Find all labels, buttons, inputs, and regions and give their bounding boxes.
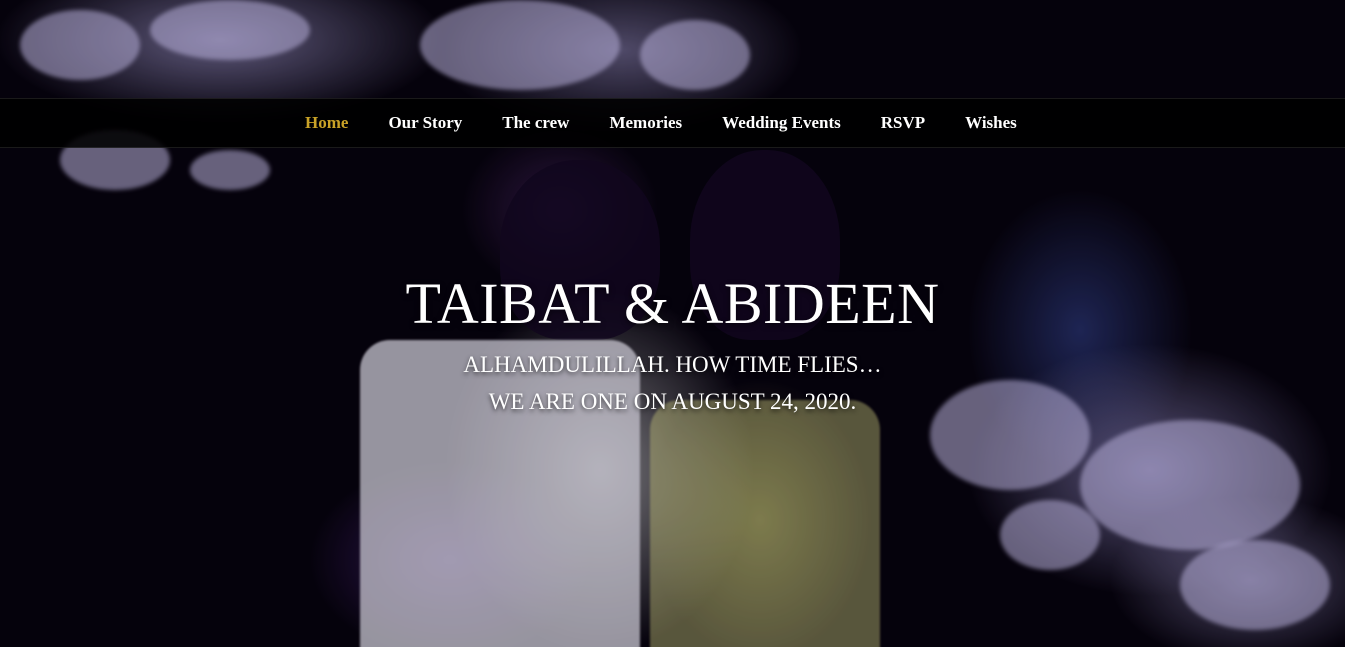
- nav-item-wishes[interactable]: Wishes: [945, 113, 1037, 132]
- hero-subtitle-line-2: WE ARE ONE ON AUGUST 24, 2020.: [488, 389, 857, 414]
- nav-menu: Home Our Story The crew Memories Wedding…: [285, 99, 1037, 147]
- nav-item-the-crew[interactable]: The crew: [482, 113, 589, 132]
- nav-item-memories[interactable]: Memories: [589, 113, 702, 132]
- hero-section: Home Our Story The crew Memories Wedding…: [0, 0, 1345, 647]
- main-navbar: Home Our Story The crew Memories Wedding…: [0, 98, 1345, 148]
- hero-subtitle-line-1: ALHAMDULILLAH. HOW TIME FLIES…: [463, 352, 882, 377]
- nav-item-rsvp[interactable]: RSVP: [861, 113, 945, 132]
- nav-item-wedding-events[interactable]: Wedding Events: [702, 113, 861, 132]
- nav-item-our-story[interactable]: Our Story: [368, 113, 482, 132]
- nav-item-home[interactable]: Home: [285, 113, 368, 132]
- hero-title: TAIBAT & ABIDEEN: [405, 271, 940, 336]
